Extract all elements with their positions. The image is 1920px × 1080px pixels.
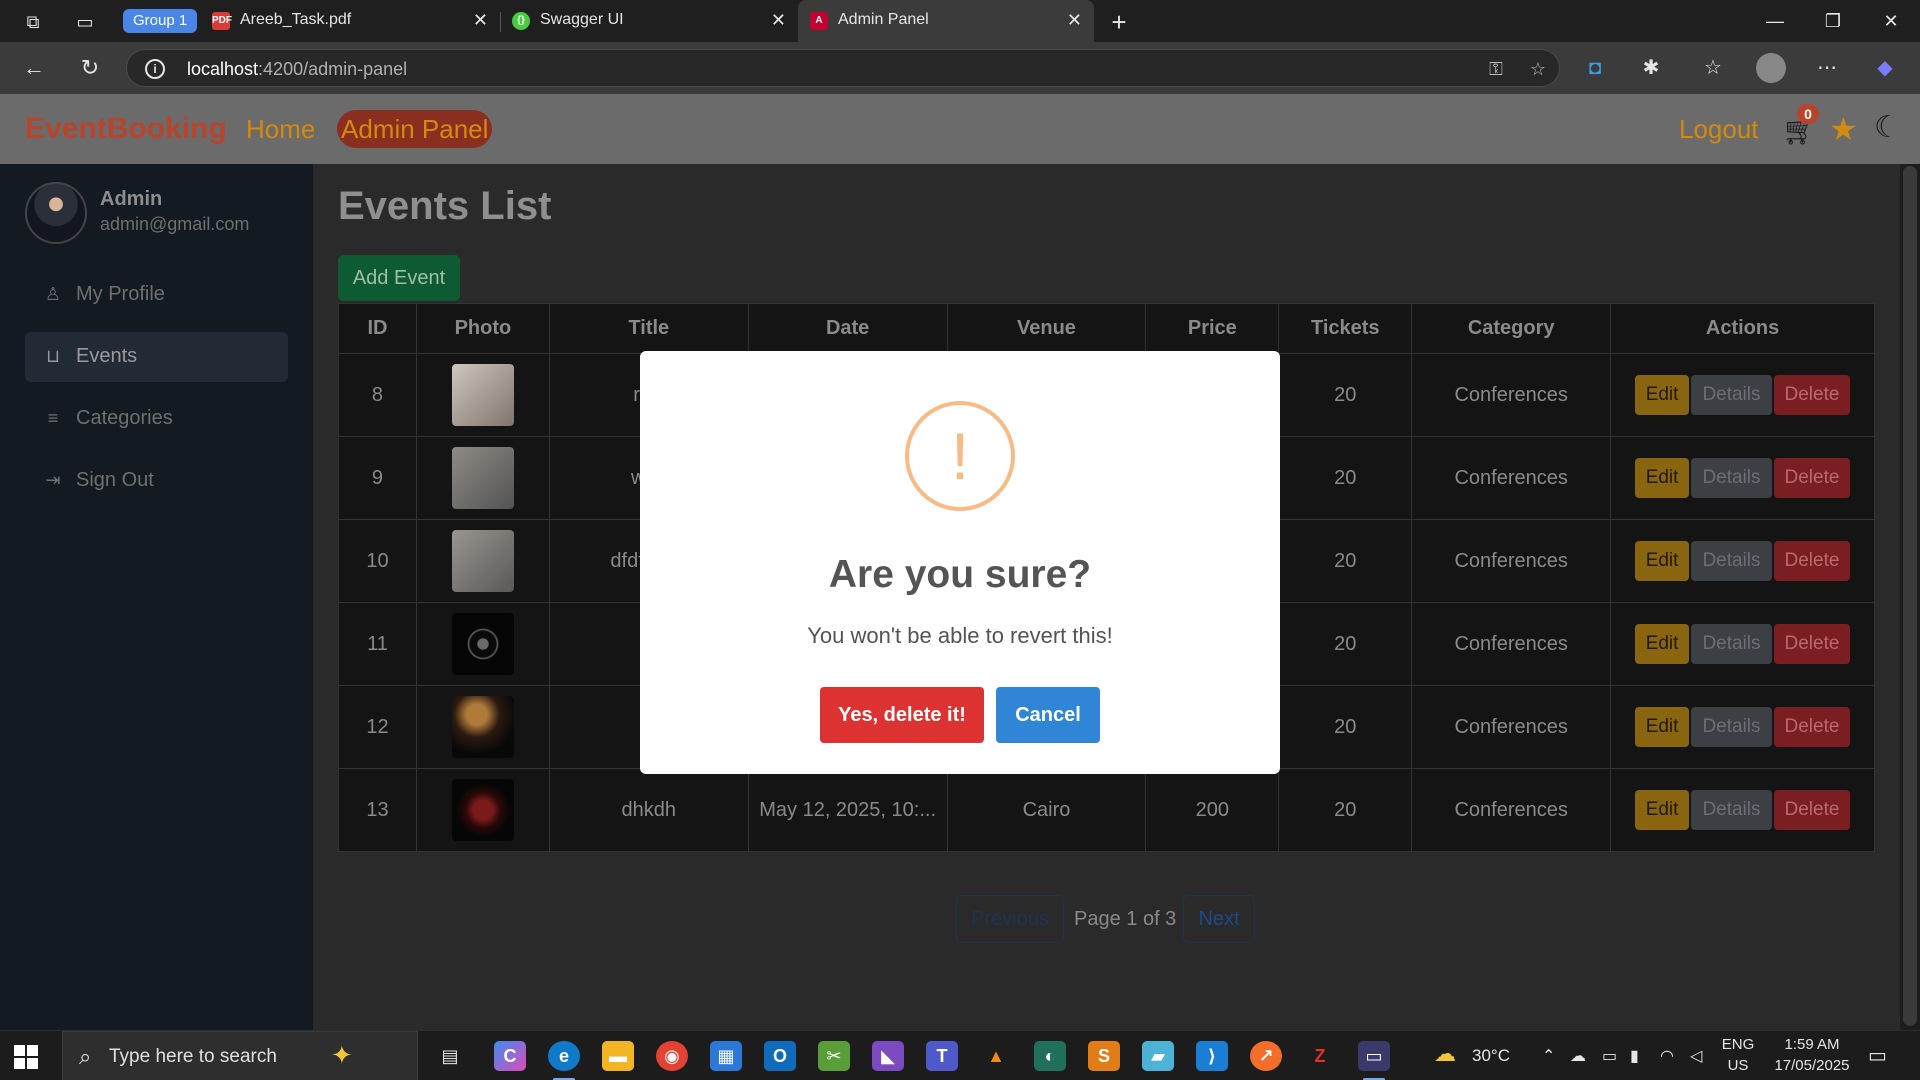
dialog-title: Are you sure?	[828, 553, 1092, 596]
postman-icon[interactable]: ↗	[1250, 1041, 1282, 1071]
dialog-message: You won't be able to revert this!	[807, 623, 1113, 648]
edge-browser-icon[interactable]: e	[548, 1041, 580, 1071]
extension-icon[interactable]: ◘	[1582, 55, 1608, 81]
sublime-text-icon[interactable]: S	[1088, 1041, 1120, 1071]
tab-label: Admin Panel	[838, 11, 929, 28]
favorite-star-icon[interactable]: ☆	[1527, 58, 1549, 80]
outlook-icon[interactable]: O	[764, 1041, 796, 1071]
app-icon[interactable]: ◐	[1034, 1041, 1066, 1071]
file-explorer-icon[interactable]: ▬	[602, 1041, 634, 1071]
battery-icon[interactable]: ▮	[1630, 1046, 1639, 1066]
confirm-delete-button[interactable]: Yes, delete it!	[820, 687, 984, 743]
vlc-icon[interactable]: ▲	[980, 1041, 1012, 1071]
tab-label: Areeb_Task.pdf	[240, 11, 352, 28]
onedrive-icon[interactable]: ☁	[1570, 1046, 1586, 1066]
show-hidden-icons-icon[interactable]: ⌃	[1542, 1046, 1555, 1066]
volume-icon[interactable]: ◁	[1690, 1046, 1702, 1066]
copilot-app-icon[interactable]: C	[494, 1041, 526, 1071]
url-host: localhost	[187, 59, 259, 79]
windows-taskbar: ⌕ Type here to search ✦ ▤ C e ▬ ◉ ▦ O ✂ …	[0, 1030, 1920, 1080]
tab-actions-icon[interactable]: ▭	[72, 9, 98, 35]
terminal-icon[interactable]: ▭	[1358, 1041, 1390, 1071]
task-view-icon[interactable]: ▤	[434, 1041, 466, 1071]
visual-studio-icon[interactable]: ◣	[872, 1041, 904, 1071]
swagger-icon: {}	[512, 12, 530, 30]
tab-swagger-ui[interactable]: {} Swagger UI ✕	[500, 0, 798, 42]
back-icon[interactable]: ←	[20, 54, 48, 82]
close-icon[interactable]: ✕	[771, 10, 786, 31]
close-icon[interactable]: ✕	[1067, 10, 1082, 31]
language-region[interactable]: US	[1720, 1057, 1756, 1074]
tab-admin-panel[interactable]: A Admin Panel ✕	[798, 0, 1094, 42]
screen: ⧉ ▭ Group 1 PDF Areeb_Task.pdf ✕ {} Swag…	[0, 0, 1920, 1080]
url-text[interactable]: localhost:4200/admin-panel	[187, 59, 407, 80]
workspaces-icon[interactable]: ⧉	[20, 9, 46, 35]
tab-group-chip[interactable]: Group 1	[123, 9, 198, 33]
filezilla-icon[interactable]: Z	[1304, 1041, 1336, 1071]
notifications-icon[interactable]: ▭	[1868, 1043, 1887, 1068]
chrome-icon[interactable]: ◉	[656, 1041, 688, 1071]
close-icon[interactable]: ✕	[473, 10, 488, 31]
address-bar[interactable]: i localhost:4200/admin-panel ⚿ ☆	[126, 49, 1560, 87]
favorites-icon[interactable]: ☆	[1700, 55, 1726, 81]
browser-tab-bar: ⧉ ▭ Group 1 PDF Areeb_Task.pdf ✕ {} Swag…	[0, 0, 1920, 42]
site-info-icon[interactable]: i	[145, 59, 165, 79]
vscode-icon[interactable]: ⟩	[1196, 1041, 1228, 1071]
device-icon[interactable]: ▭	[1602, 1046, 1617, 1066]
wifi-icon[interactable]: ◠	[1660, 1046, 1674, 1066]
tab-areeb-task[interactable]: PDF Areeb_Task.pdf ✕	[200, 0, 500, 42]
clock-time[interactable]: 1:59 AM	[1762, 1036, 1862, 1053]
warning-icon: !	[905, 401, 1015, 511]
key-icon[interactable]: ⚿	[1485, 58, 1507, 80]
window-close-icon[interactable]: ✕	[1878, 8, 1904, 34]
language-indicator[interactable]: ENG	[1720, 1036, 1756, 1053]
notepad-icon[interactable]: ▰	[1142, 1041, 1174, 1071]
extensions-puzzle-icon[interactable]: ✱	[1638, 55, 1664, 81]
profile-avatar-icon[interactable]	[1756, 53, 1786, 83]
reload-icon[interactable]: ↻	[76, 54, 104, 82]
new-tab-icon[interactable]: +	[1106, 9, 1132, 35]
windows-start-icon[interactable]	[14, 1045, 38, 1069]
search-icon: ⌕	[79, 1044, 92, 1069]
snipping-tool-icon[interactable]: ✂	[818, 1041, 850, 1071]
microsoft-store-icon[interactable]: ▦	[710, 1041, 742, 1071]
cancel-button[interactable]: Cancel	[996, 687, 1100, 743]
restore-icon[interactable]: ❐	[1820, 8, 1846, 34]
copilot-icon[interactable]: ◆	[1872, 55, 1898, 81]
copilot-sparkle-icon: ✦	[331, 1040, 353, 1070]
weather-icon[interactable]: ☁	[1434, 1041, 1456, 1067]
pdf-icon: PDF	[212, 12, 232, 30]
warning-mark: !	[950, 419, 970, 493]
tab-label: Swagger UI	[540, 11, 624, 28]
confirm-delete-dialog: ! Are you sure? You won't be able to rev…	[640, 351, 1280, 774]
weather-temperature[interactable]: 30°C	[1472, 1046, 1510, 1066]
teams-icon[interactable]: T	[926, 1041, 958, 1071]
url-path: :4200/admin-panel	[258, 59, 408, 79]
taskbar-search-box[interactable]: ⌕ Type here to search ✦	[62, 1031, 418, 1080]
minimize-icon[interactable]: —	[1762, 8, 1788, 34]
clock-date[interactable]: 17/05/2025	[1762, 1057, 1862, 1074]
browser-toolbar: ← ↻ i localhost:4200/admin-panel ⚿ ☆ ◘ ✱…	[0, 42, 1920, 94]
angular-icon: A	[810, 12, 828, 30]
search-placeholder: Type here to search	[109, 1046, 277, 1067]
more-menu-icon[interactable]: ⋯	[1814, 55, 1840, 81]
